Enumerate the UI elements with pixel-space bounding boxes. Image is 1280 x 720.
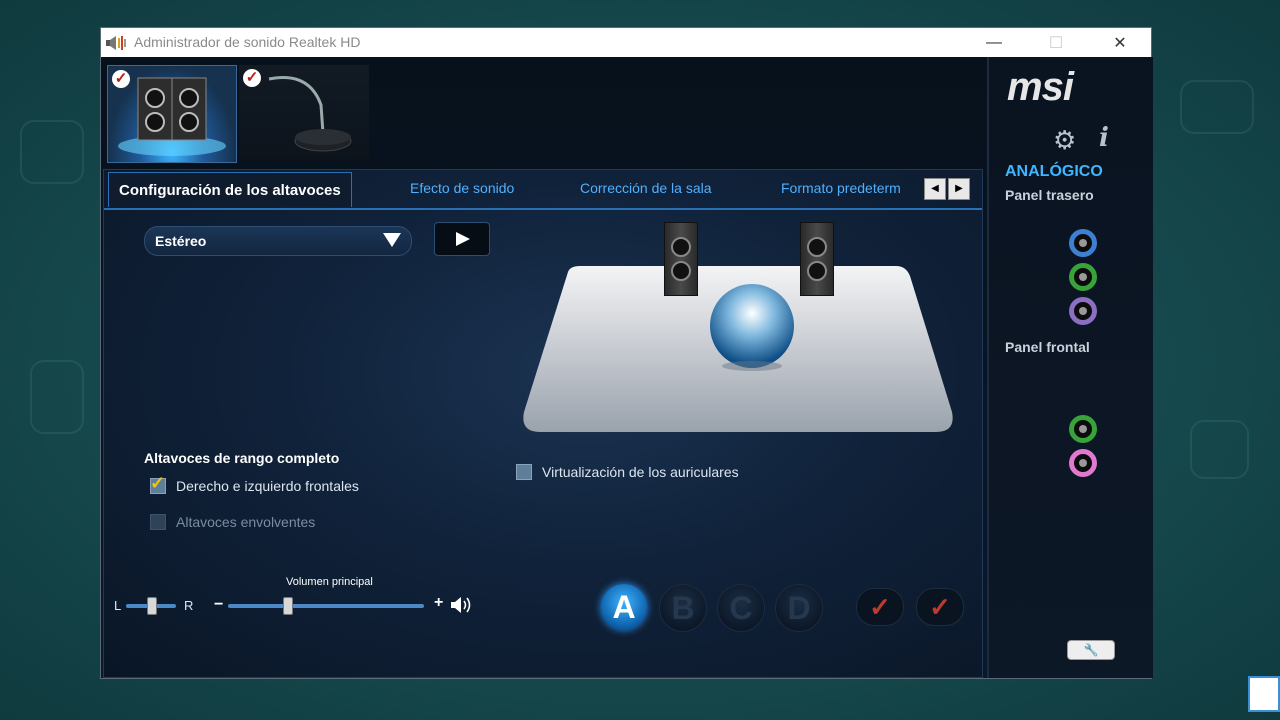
rear-jack-green[interactable] — [1069, 263, 1097, 291]
analog-section-title: ANALÓGICO — [1005, 163, 1103, 180]
chevron-down-icon — [383, 233, 401, 247]
profile-a-button[interactable]: A — [601, 584, 647, 630]
close-button[interactable]: ✕ — [1089, 28, 1151, 57]
speaker-config-panel: Configuración de los altavoces Efecto de… — [103, 169, 983, 678]
apply-check-button[interactable]: ✓ — [856, 588, 904, 626]
volume-speaker-icon[interactable] — [450, 596, 476, 614]
balance-right-label: R — [184, 598, 194, 613]
reset-check-button[interactable]: ✓ — [916, 588, 964, 626]
speaker-config-dropdown[interactable]: Estéreo — [144, 226, 412, 256]
microphone-icon — [268, 76, 352, 152]
tab-default-format[interactable]: Formato predeterm — [781, 180, 921, 196]
client-area: ✓ ✓ Configuración de los altavoces Efect… — [101, 57, 1153, 678]
left-speaker[interactable] — [664, 222, 698, 296]
rear-jack-purple[interactable] — [1069, 297, 1097, 325]
taskbar-app-icon[interactable] — [1248, 676, 1280, 712]
balance-left-label: L — [114, 598, 122, 613]
profile-b-button[interactable]: B — [659, 584, 707, 632]
title-bar[interactable]: Administrador de sonido Realtek HD — ☐ ✕ — [101, 28, 1151, 58]
wrench-settings-button[interactable]: 🔧 — [1067, 640, 1115, 660]
front-lr-checkbox-row[interactable]: Derecho e izquierdo frontales — [150, 473, 359, 494]
device-tab-microphone[interactable]: ✓ — [239, 65, 369, 161]
tab-sound-effect[interactable]: Efecto de sonido — [410, 180, 514, 196]
volume-minus-icon[interactable]: − — [214, 596, 223, 614]
device-tab-speakers[interactable]: ✓ — [107, 65, 237, 163]
tab-next-button[interactable]: ▶ — [948, 178, 970, 200]
master-volume-label: Volumen principal — [286, 576, 373, 588]
right-speaker[interactable] — [800, 222, 834, 296]
front-panel-label: Panel frontal — [1005, 339, 1090, 355]
volume-plus-icon[interactable]: + — [434, 594, 443, 612]
play-icon — [456, 232, 470, 246]
speakers-icon — [118, 77, 226, 156]
headphone-virtualization-checkbox[interactable] — [516, 464, 532, 480]
master-volume-slider[interactable] — [228, 604, 424, 608]
headphone-virtualization-label: Virtualización de los auriculares — [542, 464, 739, 480]
play-test-button[interactable] — [434, 222, 490, 256]
tab-scroll: ◀ ▶ — [924, 178, 970, 200]
minimize-button[interactable]: — — [963, 28, 1025, 57]
front-jack-green[interactable] — [1069, 415, 1097, 443]
window-title: Administrador de sonido Realtek HD — [134, 34, 361, 50]
profile-d-button[interactable]: D — [775, 584, 823, 632]
profile-c-button[interactable]: C — [717, 584, 765, 632]
tab-strip: Configuración de los altavoces Efecto de… — [104, 170, 982, 210]
headphone-virtualization-row[interactable]: Virtualización de los auriculares — [516, 464, 739, 480]
surround-label: Altavoces envolventes — [176, 514, 316, 530]
maximize-button[interactable]: ☐ — [1025, 28, 1087, 57]
rear-panel-label: Panel trasero — [1005, 187, 1094, 203]
background-doodle — [1180, 80, 1254, 134]
full-range-title: Altavoces de rango completo — [144, 450, 340, 466]
speaker-app-icon — [106, 36, 126, 50]
jack-panel: msi ⚙ i ANALÓGICO Panel trasero Panel fr… — [987, 57, 1153, 678]
tab-prev-button[interactable]: ◀ — [924, 178, 946, 200]
stage-platform — [523, 266, 953, 432]
wrench-icon: 🔧 — [1083, 643, 1099, 657]
speaker-stage — [520, 222, 956, 452]
info-icon[interactable]: i — [1099, 123, 1109, 153]
msi-logo: msi — [1007, 65, 1074, 109]
front-jack-pink[interactable] — [1069, 449, 1097, 477]
realtek-window: Administrador de sonido Realtek HD — ☐ ✕… — [101, 28, 1153, 678]
background-doodle — [30, 360, 84, 434]
tab-room-correction[interactable]: Corrección de la sala — [580, 180, 712, 196]
surround-checkbox — [150, 514, 166, 530]
front-lr-label: Derecho e izquierdo frontales — [176, 478, 359, 494]
front-lr-checkbox[interactable] — [150, 473, 166, 494]
tab-speaker-config[interactable]: Configuración de los altavoces — [108, 172, 352, 207]
master-volume-thumb[interactable] — [282, 597, 293, 615]
surround-checkbox-row: Altavoces envolventes — [150, 514, 315, 530]
balance-slider-thumb[interactable] — [147, 597, 157, 615]
background-doodle — [1190, 420, 1249, 479]
gear-icon[interactable]: ⚙ — [1053, 125, 1076, 156]
rear-jack-blue[interactable] — [1069, 229, 1097, 257]
dropdown-value: Estéreo — [155, 233, 207, 249]
background-doodle — [20, 120, 84, 184]
